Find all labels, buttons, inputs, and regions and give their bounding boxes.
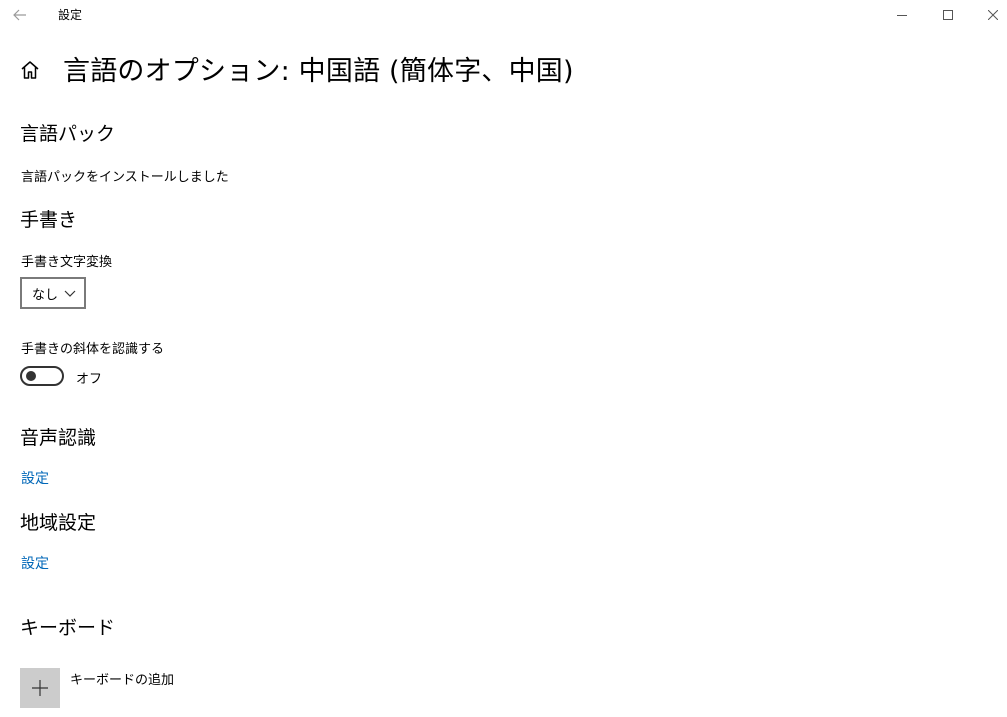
handwriting-conversion-label: 手書き文字変換: [21, 255, 113, 270]
speech-heading: 音声認識: [20, 427, 97, 449]
maximize-button[interactable]: [925, 0, 971, 30]
keyboards-heading: キーボード: [20, 617, 116, 639]
home-button[interactable]: [18, 58, 42, 82]
close-icon: [988, 10, 998, 20]
region-settings-link[interactable]: 設定: [21, 553, 49, 573]
close-button[interactable]: [970, 0, 1007, 30]
toggle-knob: [26, 371, 36, 381]
add-keyboard-button[interactable]: [20, 668, 60, 708]
chevron-down-icon: [64, 290, 76, 297]
home-icon: [21, 61, 39, 79]
page-title: 言語のオプション: 中国語 (簡体字、中国): [63, 56, 574, 87]
region-heading: 地域設定: [20, 512, 97, 534]
back-button[interactable]: [0, 0, 40, 30]
speech-settings-link[interactable]: 設定: [21, 468, 49, 488]
handwriting-heading: 手書き: [20, 209, 78, 231]
app-title: 設定: [58, 8, 83, 22]
back-arrow-icon: [13, 9, 26, 21]
minimize-icon: [897, 15, 907, 16]
italic-recognition-toggle[interactable]: [20, 366, 64, 386]
maximize-icon: [943, 10, 953, 20]
italic-recognition-label: 手書きの斜体を認識する: [21, 342, 165, 357]
language-pack-heading: 言語パック: [20, 123, 116, 145]
language-pack-status: 言語パックをインストールしました: [21, 170, 229, 185]
handwriting-conversion-dropdown[interactable]: なし: [20, 277, 86, 309]
dropdown-selected-value: なし: [32, 287, 59, 303]
toggle-state-label: オフ: [76, 372, 103, 387]
add-keyboard-label[interactable]: キーボードの追加: [70, 669, 174, 688]
minimize-button[interactable]: [879, 0, 925, 30]
title-bar: 設定: [0, 0, 1007, 30]
plus-icon: [32, 680, 48, 696]
